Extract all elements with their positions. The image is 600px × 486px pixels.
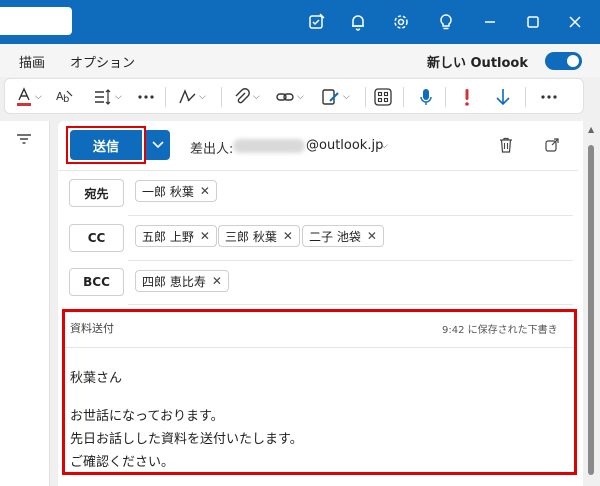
recipient-name: 四郎 恵比寿 <box>142 274 206 289</box>
maximize-icon[interactable] <box>521 10 545 34</box>
attach-button[interactable]: ⌵ <box>233 85 260 109</box>
new-outlook-toggle[interactable] <box>545 52 582 70</box>
scroll-up-icon[interactable]: ▲ <box>588 125 594 134</box>
importance-low-button[interactable] <box>495 85 511 109</box>
text-styles-icon: Ab <box>56 90 73 105</box>
cc-recipient-chip[interactable]: 五郎 上野 ✕ <box>135 225 217 247</box>
arrow-down-icon <box>496 89 510 106</box>
trash-icon[interactable] <box>499 137 513 153</box>
close-icon[interactable] <box>563 10 587 34</box>
remove-recipient-icon[interactable]: ✕ <box>200 184 210 198</box>
bcc-button[interactable]: BCC <box>69 268 124 296</box>
more-format-button[interactable] <box>137 85 155 109</box>
menu-draw[interactable]: 描画 <box>19 52 45 71</box>
recipient-name: 一郎 秋葉 <box>142 184 194 199</box>
signature-button[interactable]: ⌵ <box>321 85 350 109</box>
divider <box>128 215 573 216</box>
divider <box>58 170 578 171</box>
from-label: 差出人: <box>190 142 234 157</box>
recipient-name: 二子 池袋 <box>309 229 361 244</box>
new-outlook-label: 新しい Outlook <box>426 56 528 71</box>
gear-icon[interactable] <box>389 10 413 34</box>
minimize-icon[interactable] <box>478 10 502 34</box>
menu-bar: 描画 オプション 新しい Outlook <box>0 44 600 77</box>
pop-out-icon[interactable] <box>545 138 559 152</box>
paragraph-button[interactable]: ⌵ <box>93 85 122 109</box>
more-options-button[interactable] <box>540 85 558 109</box>
line-spacing-icon <box>95 89 111 105</box>
styles-button[interactable]: Ab <box>55 85 75 109</box>
apps-grid-icon <box>374 88 392 106</box>
cc-button[interactable]: CC <box>69 224 124 252</box>
microphone-icon <box>420 89 432 105</box>
folder-pane <box>0 121 50 486</box>
scroll-thumb[interactable] <box>588 145 594 475</box>
remove-recipient-icon[interactable]: ✕ <box>212 274 222 288</box>
apps-button[interactable] <box>373 85 393 109</box>
from-address-domain[interactable]: @outlook.jp <box>306 138 383 153</box>
notes-icon[interactable] <box>305 10 329 34</box>
recipient-name: 三郎 秋葉 <box>225 229 277 244</box>
filter-icon[interactable] <box>16 133 32 145</box>
from-address-redacted <box>233 139 305 153</box>
bcc-recipient-chip[interactable]: 四郎 恵比寿 ✕ <box>135 270 229 292</box>
bell-icon[interactable] <box>346 10 370 34</box>
to-recipient-chip[interactable]: 一郎 秋葉 ✕ <box>135 180 217 202</box>
cc-recipient-chip[interactable]: 二子 池袋 ✕ <box>302 225 384 247</box>
more-icon <box>138 95 154 99</box>
importance-high-button[interactable] <box>462 85 472 109</box>
chevron-down-icon <box>151 141 164 149</box>
editor-button[interactable]: ⌵ <box>177 85 206 109</box>
font-color-icon <box>17 87 31 106</box>
remove-recipient-icon[interactable]: ✕ <box>367 229 377 243</box>
remove-recipient-icon[interactable]: ✕ <box>200 229 210 243</box>
more-icon <box>541 95 557 99</box>
svg-text:b: b <box>63 94 69 105</box>
font-color-button[interactable]: ⌵ <box>15 85 42 109</box>
signature-icon <box>322 89 339 105</box>
dictate-button[interactable] <box>418 85 434 109</box>
send-highlight-box <box>66 126 146 164</box>
remove-recipient-icon[interactable]: ✕ <box>283 229 293 243</box>
title-bar <box>0 0 600 44</box>
toggle-knob <box>567 55 579 67</box>
to-button[interactable]: 宛先 <box>69 179 124 207</box>
divider <box>128 304 573 305</box>
chevron-down-icon[interactable]: ⌵ <box>381 141 388 151</box>
link-icon <box>276 93 294 101</box>
lightbulb-icon[interactable] <box>434 10 458 34</box>
cc-recipient-chip[interactable]: 三郎 秋葉 ✕ <box>218 225 300 247</box>
divider <box>128 260 573 261</box>
send-options-button[interactable] <box>145 130 170 160</box>
body-highlight-box <box>62 309 577 475</box>
recipient-name: 五郎 上野 <box>142 229 194 244</box>
menu-options[interactable]: オプション <box>70 52 135 71</box>
editor-pen-icon <box>179 89 196 104</box>
exclamation-icon <box>465 89 469 106</box>
link-button[interactable]: ⌵ <box>275 85 304 109</box>
paperclip-icon <box>235 88 250 104</box>
search-input[interactable] <box>0 7 72 35</box>
ribbon-toolbar: ⌵ Ab ⌵ ⌵ ⌵ ⌵ ⌵ <box>4 78 584 114</box>
